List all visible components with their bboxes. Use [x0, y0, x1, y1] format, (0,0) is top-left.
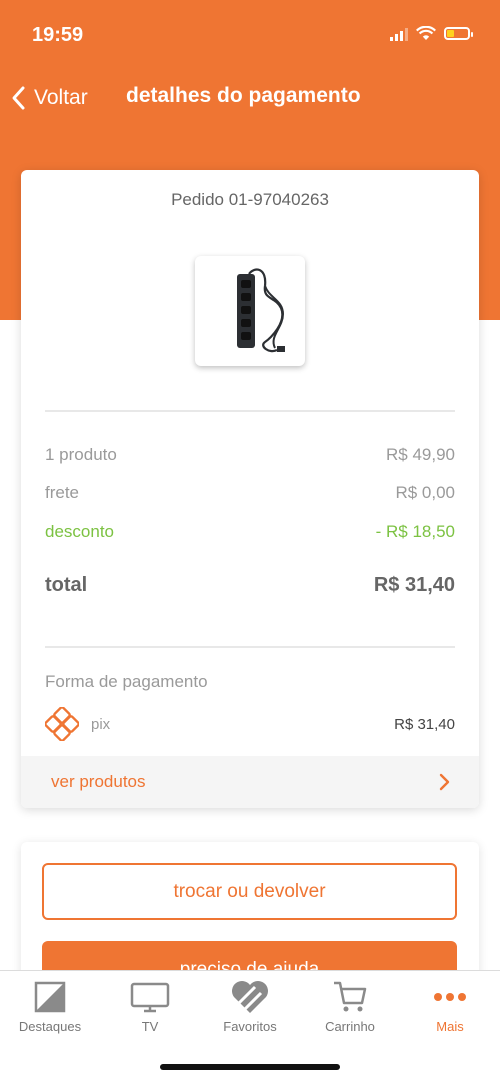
- divider: [45, 410, 455, 412]
- back-label: Voltar: [34, 86, 88, 109]
- payment-value: R$ 31,40: [394, 715, 455, 733]
- divider: [45, 646, 455, 648]
- status-icons: [390, 26, 473, 41]
- products-label: 1 produto: [45, 445, 117, 464]
- tab-favoritos[interactable]: Favoritos: [200, 979, 300, 1039]
- highlights-icon: [30, 979, 70, 1015]
- payment-method-label: Forma de pagamento: [45, 672, 208, 691]
- order-details-card: Pedido 01-97040263 1 produto R$ 49,90 fr…: [21, 170, 479, 808]
- order-number: Pedido 01-97040263: [171, 190, 329, 209]
- discount-value: - R$ 18,50: [375, 522, 455, 541]
- tab-tv[interactable]: TV: [100, 979, 200, 1039]
- shipping-value: R$ 0,00: [395, 483, 455, 502]
- total-value: R$ 31,40: [373, 574, 455, 596]
- chevron-left-icon: [12, 86, 25, 110]
- pix-icon: [45, 707, 79, 741]
- total-label: total: [45, 574, 88, 596]
- discount-label: desconto: [45, 522, 114, 541]
- page-title: detalhes do pagamento: [126, 84, 361, 107]
- tab-carrinho[interactable]: Carrinho: [300, 979, 400, 1039]
- tv-icon: [130, 979, 170, 1015]
- tab-label: Carrinho: [325, 1019, 375, 1034]
- cart-icon: [330, 979, 370, 1015]
- discount-row: desconto - R$ 18,50: [45, 522, 455, 542]
- more-icon: [430, 979, 470, 1015]
- tab-label: Destaques: [18, 1019, 82, 1034]
- payment-method-row: pix R$ 31,40: [45, 707, 455, 741]
- products-value: R$ 49,90: [386, 445, 455, 464]
- see-products-label: ver produtos: [51, 772, 146, 791]
- chevron-right-icon: [439, 773, 450, 791]
- payment-method-name: pix: [91, 715, 111, 733]
- tab-label: Favoritos: [223, 1019, 277, 1034]
- battery-icon: [444, 27, 473, 40]
- tab-label: Mais: [436, 1019, 464, 1034]
- tab-destaques[interactable]: Destaques: [0, 979, 100, 1039]
- shipping-row: frete R$ 0,00: [45, 483, 455, 503]
- wifi-icon: [416, 26, 436, 40]
- exchange-or-return-button[interactable]: trocar ou devolver: [42, 863, 457, 920]
- product-thumbnail[interactable]: [195, 256, 305, 366]
- tab-label: TV: [141, 1019, 159, 1034]
- back-button[interactable]: Voltar: [10, 78, 88, 118]
- navigation-bar: Voltar detalhes do pagamento: [0, 78, 500, 118]
- status-bar: 19:59: [0, 0, 500, 70]
- shipping-label: frete: [45, 483, 80, 502]
- tab-mais[interactable]: Mais: [400, 979, 500, 1039]
- home-indicator: [160, 1064, 340, 1070]
- see-products-button[interactable]: ver produtos: [21, 756, 479, 808]
- heart-icon: [230, 979, 270, 1015]
- products-row: 1 produto R$ 49,90: [45, 445, 455, 465]
- status-time: 19:59: [32, 24, 84, 46]
- total-row: total R$ 31,40: [45, 574, 455, 597]
- cellular-signal-icon: [390, 27, 408, 41]
- power-strip-product-image: [237, 268, 285, 353]
